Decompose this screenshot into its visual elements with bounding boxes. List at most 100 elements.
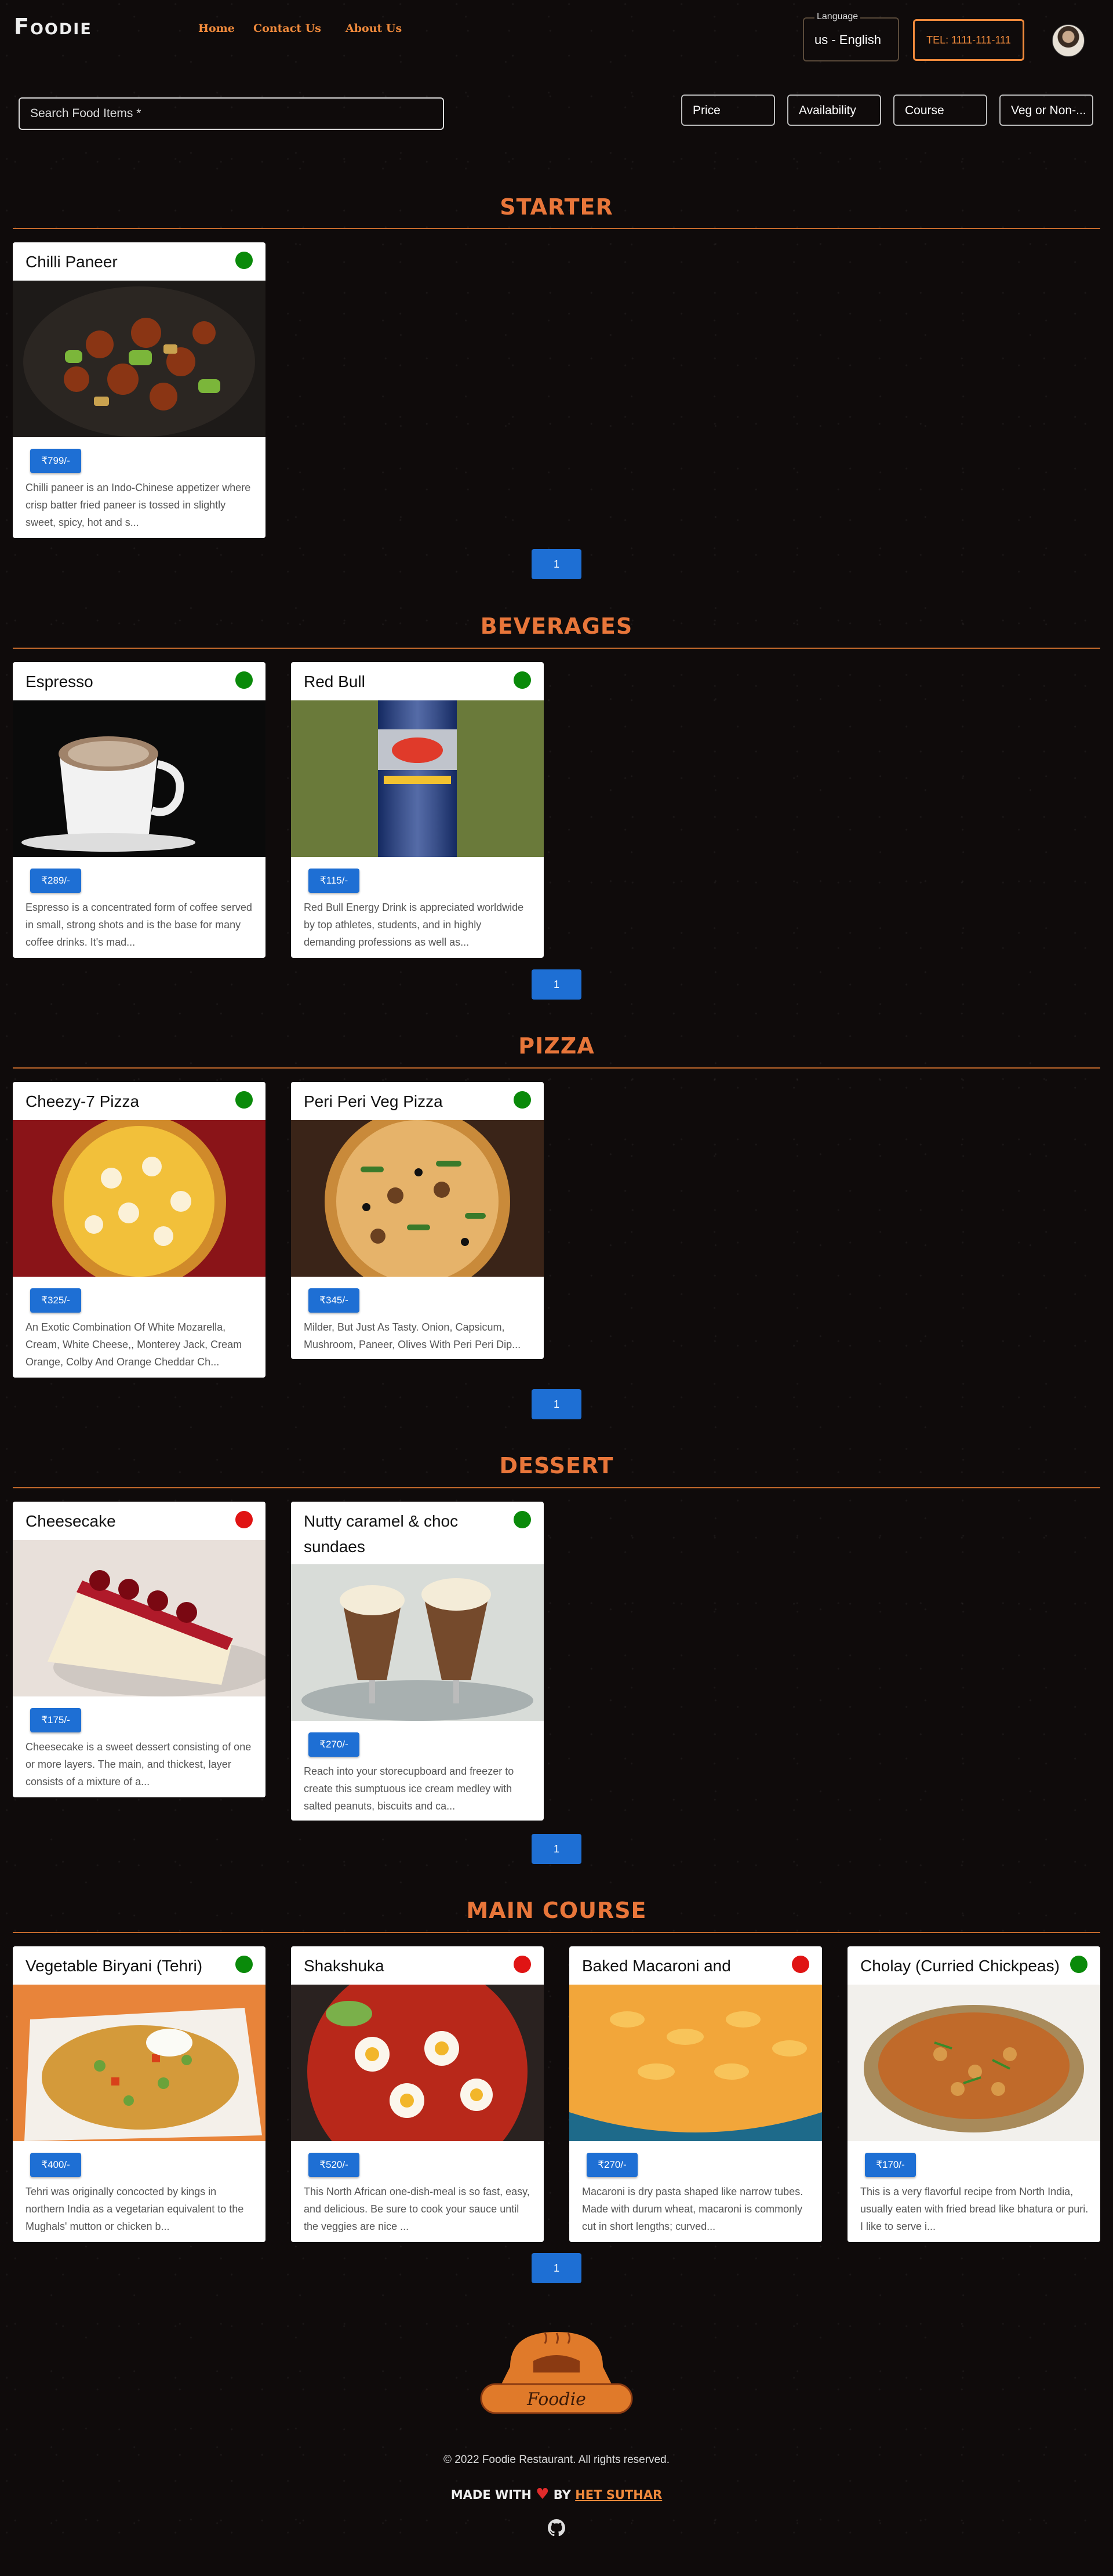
price-badge: ₹520/- (308, 2153, 359, 2177)
food-card[interactable]: Vegetable Biryani (Tehri) ₹400/- Tehri w… (13, 1946, 265, 2242)
veg-indicator-icon (235, 1091, 253, 1109)
food-title: Peri Peri Veg Pizza (304, 1092, 443, 1110)
author-link[interactable]: HET SUTHAR (575, 2488, 662, 2502)
by-label: BY (553, 2488, 571, 2502)
food-title: Cheezy-7 Pizza (26, 1092, 140, 1110)
copyright-text: © 2022 Foodie Restaurant. All rights res… (443, 2454, 670, 2466)
food-description: Red Bull Energy Drink is appreciated wor… (304, 902, 524, 948)
food-image (291, 1109, 544, 1294)
price-badge: ₹270/- (308, 1732, 359, 1757)
price-badge: ₹270/- (587, 2153, 638, 2177)
section-divider (13, 1932, 1100, 1933)
food-image (13, 1114, 265, 1288)
price-badge: ₹799/- (30, 449, 81, 473)
food-image (13, 1985, 265, 2141)
veg-indicator-icon (235, 1956, 253, 1973)
telephone-button[interactable]: TEL: 1111-111-111 (913, 19, 1024, 61)
language-label: Language (814, 12, 861, 22)
section-divider (13, 648, 1100, 649)
food-description: This is a very flavorful recipe from Nor… (860, 2186, 1089, 2232)
food-description: An Exotic Combination Of White Mozarella… (26, 1321, 242, 1368)
food-title: Cholay (Curried Chickpeas) (860, 1957, 1060, 1975)
food-description: Milder, But Just As Tasty. Onion, Capsic… (304, 1321, 521, 1350)
food-card[interactable]: Red Bull ₹115/- Red Bull Energy Drink is… (291, 662, 544, 958)
food-description: Cheesecake is a sweet dessert consisting… (26, 1741, 252, 1787)
price-badge: ₹400/- (30, 2153, 81, 2177)
food-title: Nutty caramel & choc sundaes (304, 1512, 459, 1556)
nav-link-about[interactable]: About Us (345, 22, 402, 35)
food-card[interactable]: Espresso ₹289/- Espresso is a concentrat… (13, 662, 265, 958)
price-badge: ₹175/- (30, 1708, 81, 1732)
footer-logo: Foodie (475, 2326, 638, 2422)
pagination-button[interactable]: 1 (532, 549, 581, 579)
food-card[interactable]: Cheesecake ₹175/- Cheesecake is a sweet … (13, 1502, 265, 1797)
veg-indicator-icon (514, 1091, 531, 1109)
github-icon[interactable] (548, 2519, 565, 2537)
price-badge: ₹325/- (30, 1288, 81, 1313)
food-title: Vegetable Biryani (Tehri) (26, 1957, 203, 1975)
section-divider (13, 1067, 1100, 1069)
availability-filter[interactable]: Availability (787, 95, 881, 126)
price-badge: ₹170/- (865, 2153, 916, 2177)
navbar: Foodie Home Contact Us About Us Language… (0, 0, 1113, 64)
food-image (13, 700, 265, 857)
pagination-button[interactable]: 1 (532, 1389, 581, 1419)
price-filter[interactable]: Price (681, 95, 775, 126)
pagination-button[interactable]: 1 (532, 969, 581, 1000)
food-image (848, 1985, 1100, 2141)
heart-icon: ♥ (536, 2486, 550, 2503)
nonveg-indicator-icon (514, 1956, 531, 1973)
nav-link-contact[interactable]: Contact Us (253, 22, 321, 35)
food-image (291, 700, 544, 857)
food-image (291, 1564, 544, 1721)
food-card[interactable]: Chilli Paneer ₹799/- Chilli paneer is an… (13, 242, 265, 538)
food-image (13, 1540, 265, 1696)
veg-filter[interactable]: Veg or Non-... (999, 95, 1093, 126)
veg-indicator-icon (235, 671, 253, 689)
food-card[interactable]: Peri Peri Veg Pizza ₹345/- Milder, But J… (291, 1082, 544, 1359)
food-title: Espresso (26, 673, 93, 691)
veg-indicator-icon (514, 671, 531, 689)
price-badge: ₹289/- (30, 869, 81, 893)
food-description: Macaroni is dry pasta shaped like narrow… (582, 2186, 803, 2232)
food-image (291, 1961, 544, 2182)
section-title-dessert: DESSERT (499, 1453, 614, 1478)
veg-indicator-icon (514, 1511, 531, 1528)
nonveg-indicator-icon (235, 1511, 253, 1528)
pagination-button[interactable]: 1 (532, 1834, 581, 1864)
avatar[interactable] (1052, 24, 1085, 57)
section-divider (13, 1487, 1100, 1488)
site-logo[interactable]: Foodie (14, 14, 92, 39)
food-image (569, 1985, 822, 2141)
section-title-beverages: BEVERAGES (480, 613, 633, 639)
food-card[interactable]: Cholay (Curried Chickpeas) ₹170/- This i… (848, 1946, 1100, 2242)
section-title-starter: STARTER (500, 194, 613, 220)
food-title: Shakshuka (304, 1957, 384, 1975)
veg-indicator-icon (235, 252, 253, 269)
veg-indicator-icon (1070, 1956, 1087, 1973)
nav-link-home[interactable]: Home (198, 22, 235, 35)
food-card[interactable]: Baked Macaroni and Cheese ₹270/- Macaron… (569, 1946, 822, 2242)
food-description: Tehri was originally concocted by kings … (26, 2186, 244, 2232)
food-card[interactable]: Cheezy-7 Pizza ₹325/- An Exotic Combinat… (13, 1082, 265, 1378)
footer-logo-text: Foodie (526, 2389, 586, 2410)
search-input[interactable]: Search Food Items * (19, 97, 444, 130)
food-description: Reach into your storecupboard and freeze… (304, 1765, 514, 1812)
course-filter[interactable]: Course (893, 95, 987, 126)
made-with-label: MADE WITH (450, 2488, 532, 2502)
section-title-pizza: PIZZA (518, 1033, 595, 1059)
food-image (13, 281, 265, 437)
food-title: Red Bull (304, 673, 365, 691)
price-badge: ₹115/- (308, 869, 359, 893)
food-description: Chilli paneer is an Indo-Chinese appetiz… (26, 482, 251, 528)
price-badge: ₹345/- (308, 1288, 359, 1313)
section-divider (13, 228, 1100, 229)
food-description: Espresso is a concentrated form of coffe… (26, 902, 252, 948)
section-title-main-course: MAIN COURSE (466, 1898, 647, 1923)
food-card[interactable]: Shakshuka ₹520/- This North African one-… (291, 1946, 544, 2242)
food-title: Cheesecake (26, 1512, 116, 1530)
pagination-button[interactable]: 1 (532, 2253, 581, 2283)
food-card[interactable]: Nutty caramel & choc sundaes ₹270/- Reac… (291, 1502, 544, 1821)
made-with-credit: MADE WITH ♥ BY HET SUTHAR (0, 2486, 1113, 2503)
language-select[interactable]: Language us - English (803, 12, 899, 61)
